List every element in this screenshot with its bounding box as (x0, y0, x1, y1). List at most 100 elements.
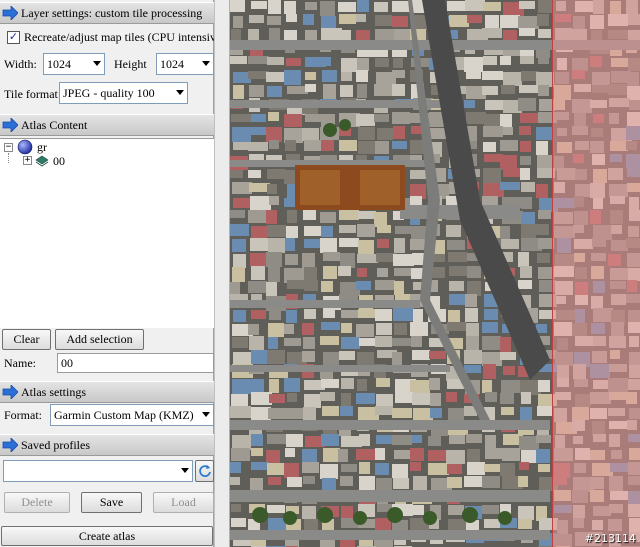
rooftop-block (538, 29, 551, 38)
rooftop-block (341, 58, 357, 72)
layer-settings-title: Layer settings: custom tile processing (21, 5, 203, 20)
rooftop-block (376, 478, 392, 490)
rooftop-block (248, 281, 267, 293)
tile-format-value: JPEG - quality 100 (63, 85, 155, 100)
map-view[interactable]: #213114 (230, 0, 640, 547)
selection-overlay[interactable] (552, 0, 640, 547)
rooftop-block (248, 170, 261, 178)
rooftop-block (376, 378, 390, 387)
delete-profile-button[interactable]: Delete (4, 492, 70, 513)
layer-settings-header[interactable]: Layer settings: custom tile processing (0, 2, 214, 24)
height-dropdown[interactable]: 1024 (156, 53, 214, 75)
rooftop-block (230, 224, 249, 236)
rooftop-block (305, 72, 316, 80)
rooftop-block (339, 210, 359, 220)
rooftop-block (302, 128, 319, 141)
rooftop-block (304, 280, 318, 291)
rooftop-block (485, 15, 499, 29)
rooftop-block (287, 393, 297, 402)
rooftop-block (249, 336, 264, 350)
rooftop-block (377, 239, 389, 248)
expand-toggle[interactable]: + (23, 156, 32, 165)
rooftop-block (248, 29, 259, 40)
rooftop-block (500, 15, 520, 28)
atlas-tree[interactable]: − gr + 00 (0, 138, 214, 328)
saved-profiles-header[interactable]: Saved profiles (0, 434, 214, 456)
rooftop-block (447, 322, 466, 331)
rooftop-block (500, 393, 514, 404)
add-selection-button[interactable]: Add selection (55, 329, 144, 350)
rooftop-block (341, 393, 351, 406)
rooftop-block (466, 71, 481, 79)
rooftop-block (374, 2, 388, 12)
rooftop-block (251, 1, 267, 9)
rooftop-block (500, 463, 515, 476)
refresh-profiles-button[interactable] (195, 460, 214, 482)
rooftop-block (268, 477, 281, 485)
rooftop-block (233, 16, 243, 28)
rooftop-block (286, 14, 297, 22)
rooftop-block (339, 225, 356, 233)
rooftop-block (500, 56, 511, 65)
width-dropdown[interactable]: 1024 (43, 53, 105, 75)
save-profile-button[interactable]: Save (81, 492, 142, 513)
rooftop-block (251, 310, 266, 319)
create-atlas-button[interactable]: Create atlas (1, 526, 213, 546)
rooftop-block (536, 224, 549, 235)
rooftop-block (520, 56, 534, 64)
clear-button[interactable]: Clear (2, 329, 51, 350)
rooftop-block (538, 464, 550, 472)
rooftop-block (251, 462, 269, 470)
rooftop-block (250, 253, 266, 266)
rooftop-block (232, 267, 245, 282)
panel-splitter[interactable] (214, 0, 230, 547)
tree-item-gr[interactable]: gr (37, 140, 47, 155)
rooftop-block (503, 30, 517, 40)
rooftop-block (267, 225, 286, 237)
tile-format-dropdown[interactable]: JPEG - quality 100 (59, 82, 188, 104)
rooftop-block (413, 476, 427, 491)
rooftop-block (248, 324, 259, 335)
collapse-toggle[interactable]: − (4, 143, 13, 152)
rooftop-block (428, 450, 447, 461)
rooftop-block (447, 240, 465, 250)
rooftop-block (536, 449, 550, 463)
rooftop-block (233, 142, 250, 150)
rooftop-block (503, 366, 515, 375)
recreate-tiles-checkbox[interactable]: ✓ (7, 31, 20, 44)
atlas-settings-header[interactable]: Atlas settings (0, 381, 214, 403)
rooftop-block (341, 378, 354, 389)
rooftop-block (284, 1, 296, 14)
atlas-content-header[interactable]: Atlas Content (0, 114, 214, 136)
rooftop-block (376, 323, 392, 335)
name-input[interactable]: 00 (57, 353, 214, 373)
width-label: Width: (4, 57, 37, 71)
rooftop-block (519, 126, 531, 135)
rooftop-block (341, 506, 353, 518)
rooftop-block (430, 408, 442, 418)
rooftop-block (448, 252, 467, 262)
rooftop-block (248, 56, 269, 64)
tree-item-00[interactable]: 00 (53, 154, 65, 169)
atlas-content-title: Atlas Content (21, 117, 88, 132)
rooftop-block (520, 113, 541, 123)
rooftop-block (375, 406, 393, 415)
rooftop-block (520, 168, 530, 180)
rooftop-block (321, 226, 333, 237)
load-profile-button[interactable]: Load (153, 492, 214, 513)
rooftop-block (232, 435, 251, 450)
rooftop-block (538, 0, 552, 13)
rooftop-block (340, 406, 353, 416)
rooftop-block (393, 308, 414, 321)
rooftop-block (267, 57, 284, 65)
rooftop-block (410, 322, 428, 336)
rooftop-block (484, 114, 501, 128)
atlas-format-dropdown[interactable]: Garmin Custom Map (KMZ) (50, 404, 214, 426)
rooftop-block (464, 365, 481, 373)
profile-dropdown[interactable] (3, 460, 193, 482)
atlas-format-value: Garmin Custom Map (KMZ) (54, 407, 194, 422)
rooftop-block (287, 477, 302, 487)
rooftop-block (303, 210, 316, 220)
rooftop-block (358, 141, 376, 154)
rooftop-block (375, 518, 391, 532)
